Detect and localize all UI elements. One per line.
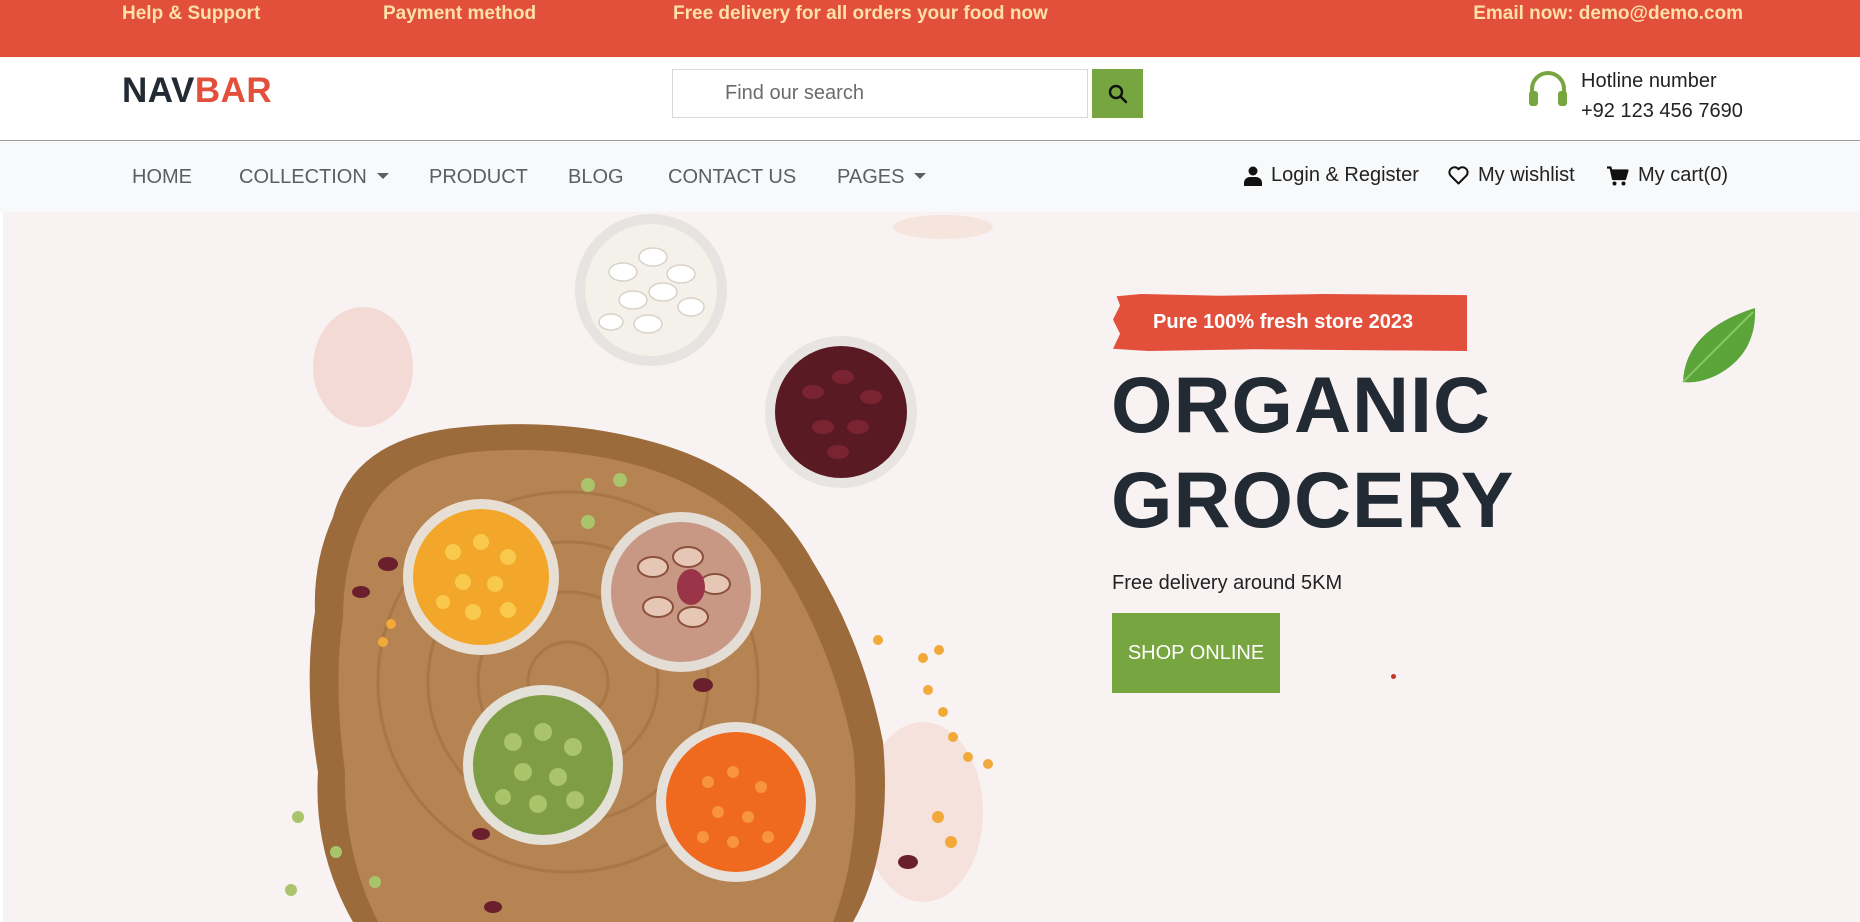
logo-part-nav: NAV bbox=[122, 71, 195, 110]
header: NAVBAR Hotline number +92 123 456 7690 bbox=[0, 57, 1860, 141]
hero-subtitle: Free delivery around 5KM bbox=[1112, 572, 1343, 594]
headset-icon bbox=[1529, 71, 1567, 106]
nav-collection-label: COLLECTION bbox=[239, 166, 367, 188]
payment-method-link[interactable]: Payment method bbox=[383, 3, 536, 25]
promo-text: Free delivery for all orders your food n… bbox=[673, 3, 1048, 24]
login-register-link[interactable]: Login & Register bbox=[1244, 164, 1419, 187]
cart-icon bbox=[1607, 165, 1629, 185]
grocery-bowls-image bbox=[285, 214, 993, 922]
nav-collection-dropdown[interactable]: COLLECTION bbox=[239, 166, 389, 189]
leaf-icon bbox=[1682, 308, 1756, 383]
cart-label: My cart(0) bbox=[1638, 164, 1728, 186]
search-input[interactable] bbox=[673, 70, 1087, 117]
nav-pages-label: PAGES bbox=[837, 166, 905, 188]
hotline-phone[interactable]: +92 123 456 7690 bbox=[1581, 100, 1743, 123]
caret-down-icon bbox=[376, 173, 389, 179]
nav-pages-dropdown[interactable]: PAGES bbox=[837, 166, 927, 189]
cart-link[interactable]: My cart(0) bbox=[1607, 164, 1728, 187]
search-box bbox=[672, 69, 1088, 118]
top-bar: Help & Support Payment method Free deliv… bbox=[0, 0, 1860, 57]
wishlist-label: My wishlist bbox=[1478, 164, 1575, 186]
promo-badge-text: Pure 100% fresh store 2023 bbox=[1153, 311, 1414, 333]
logo[interactable]: NAVBAR bbox=[122, 71, 272, 111]
help-support-link[interactable]: Help & Support bbox=[122, 3, 260, 25]
nav-contact-label: CONTACT US bbox=[668, 166, 797, 188]
heart-icon bbox=[1448, 166, 1469, 185]
nav-blog-label: BLOG bbox=[568, 166, 624, 188]
user-icon bbox=[1244, 166, 1262, 186]
nav-contact-us[interactable]: CONTACT US bbox=[668, 166, 796, 189]
search-button[interactable] bbox=[1092, 69, 1143, 118]
logo-part-bar: BAR bbox=[194, 71, 273, 110]
main-navbar: HOME COLLECTION PRODUCT BLOG CONTACT US … bbox=[0, 142, 1860, 212]
wishlist-link[interactable]: My wishlist bbox=[1448, 164, 1575, 187]
nav-home[interactable]: HOME bbox=[132, 166, 192, 189]
hero-banner: Pure 100% fresh store 2023 ORGANIC GROCE… bbox=[3, 212, 1860, 922]
hero-title-line1: ORGANIC bbox=[1111, 360, 1492, 449]
email-link[interactable]: Email now: demo@demo.com bbox=[1473, 3, 1743, 25]
search-icon bbox=[1108, 84, 1127, 103]
login-register-label: Login & Register bbox=[1271, 164, 1419, 186]
nav-home-label: HOME bbox=[132, 166, 192, 188]
nav-product[interactable]: PRODUCT bbox=[429, 166, 528, 189]
promo-badge: Pure 100% fresh store 2023 bbox=[1113, 294, 1467, 351]
caret-down-icon bbox=[914, 173, 927, 179]
decorative-dot bbox=[1391, 674, 1396, 679]
nav-blog[interactable]: BLOG bbox=[568, 166, 624, 189]
shop-online-button[interactable]: SHOP ONLINE bbox=[1112, 613, 1280, 693]
hero-title-line2: GROCERY bbox=[1111, 455, 1515, 544]
nav-product-label: PRODUCT bbox=[429, 166, 528, 188]
hotline-title: Hotline number bbox=[1581, 70, 1717, 92]
